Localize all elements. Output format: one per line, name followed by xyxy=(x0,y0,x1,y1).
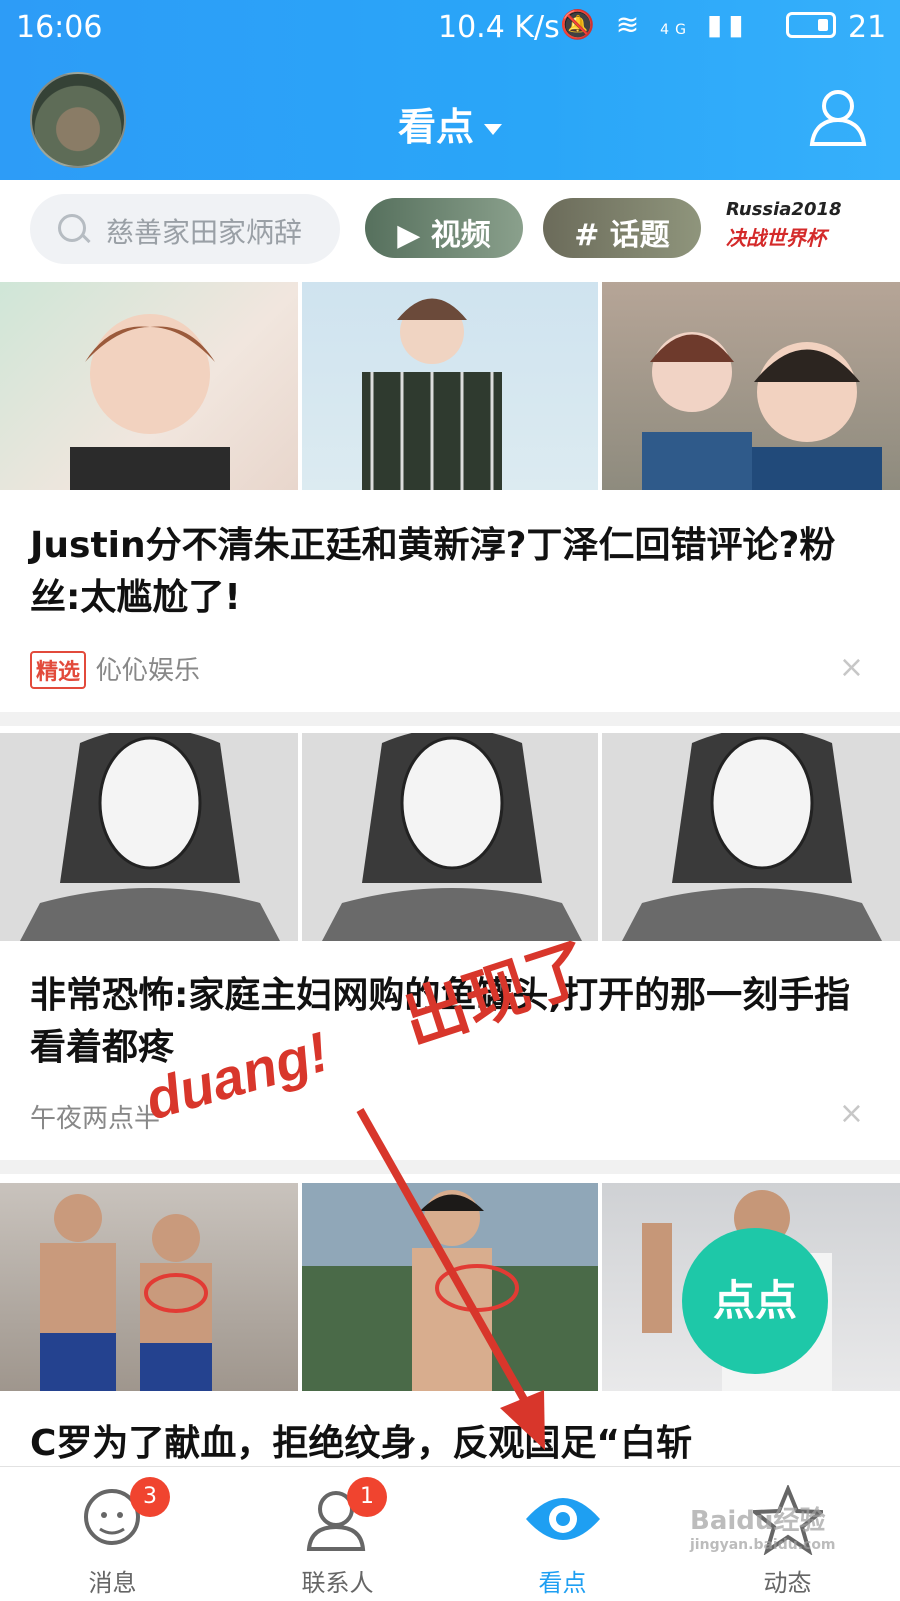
eye-icon xyxy=(526,1498,600,1540)
page-title-label: 看点 xyxy=(397,105,474,149)
chip-topic-label: 话题 xyxy=(609,218,670,253)
article-image[interactable] xyxy=(0,282,298,490)
floating-button-label: 点点 xyxy=(712,1276,797,1325)
tab-label: 动态 xyxy=(763,1569,812,1597)
search-placeholder: 慈善家田家炳辞 xyxy=(106,216,303,249)
signal-4g-icon: 4G xyxy=(660,22,692,38)
page-title[interactable]: 看点 xyxy=(0,96,900,151)
article-meta: 精选 伈伈娱乐 xyxy=(30,650,200,689)
close-icon[interactable]: × xyxy=(839,650,864,685)
play-icon: ▶ xyxy=(397,218,421,253)
article-source: 午夜两点半 xyxy=(30,1104,161,1134)
profile-icon[interactable] xyxy=(808,86,868,148)
tab-contacts[interactable]: 1 联系人 xyxy=(225,1467,450,1601)
article-image[interactable] xyxy=(302,282,598,490)
watermark-url: jingyan.baidu.com xyxy=(690,1537,836,1553)
chip-video-label: 视频 xyxy=(430,218,491,253)
battery-level: 21 xyxy=(848,10,887,45)
close-icon[interactable]: × xyxy=(839,1096,864,1131)
tab-label: 看点 xyxy=(538,1569,587,1597)
battery-icon xyxy=(786,12,836,38)
network-speed: 10.4 K/s xyxy=(438,10,560,45)
chip-topic[interactable]: # 话题 xyxy=(543,198,701,258)
featured-badge: 精选 xyxy=(30,651,87,689)
worldcup-line1: Russia2018 xyxy=(726,199,842,220)
tab-messages[interactable]: 3 消息 xyxy=(0,1467,225,1601)
article-image[interactable] xyxy=(602,728,900,941)
article-source: 伈伈娱乐 xyxy=(96,656,201,686)
search-input[interactable]: 慈善家田家炳辞 xyxy=(30,194,340,264)
tab-label: 联系人 xyxy=(301,1569,374,1597)
worldcup-banner[interactable]: Russia2018 决战世界杯 xyxy=(726,196,856,262)
chip-video[interactable]: ▶ 视频 xyxy=(365,198,523,258)
search-icon xyxy=(58,214,86,242)
article-image[interactable] xyxy=(602,282,900,490)
article-image[interactable] xyxy=(0,728,298,941)
tab-label: 消息 xyxy=(88,1569,137,1597)
signal-icon: ▮▮ xyxy=(706,8,750,41)
status-bar: 16:06 10.4 K/s 🔕 ≋ 4G ▮▮ 21 xyxy=(0,0,900,60)
tab-kandian[interactable]: 看点 xyxy=(450,1467,675,1601)
unread-badge: 3 xyxy=(130,1477,170,1517)
divider xyxy=(0,712,900,726)
wifi-icon: ≋ xyxy=(615,8,646,41)
article-image[interactable] xyxy=(302,728,598,941)
chevron-down-icon xyxy=(484,124,502,135)
mute-icon: 🔕 xyxy=(560,8,601,41)
status-icons: 🔕 ≋ 4G ▮▮ xyxy=(560,8,750,41)
unread-badge: 1 xyxy=(347,1477,387,1517)
article-image[interactable] xyxy=(0,1183,298,1391)
annotation-arrow xyxy=(356,1108,545,1450)
worldcup-line2: 决战世界杯 xyxy=(726,226,826,250)
watermark: Baidu经验 jingyan.baidu.com xyxy=(690,1500,836,1553)
hash-icon: # xyxy=(574,218,600,253)
article-headline[interactable]: Justin分不清朱正廷和黄新淳?丁泽仁回错评论?粉丝:太尴尬了! xyxy=(30,520,860,624)
status-time: 16:06 xyxy=(16,10,103,45)
watermark-brand: Baidu经验 xyxy=(690,1506,826,1536)
floating-diandian-button[interactable]: 点点 xyxy=(682,1228,828,1374)
top-header: 16:06 10.4 K/s 🔕 ≋ 4G ▮▮ 21 看点 xyxy=(0,0,900,180)
